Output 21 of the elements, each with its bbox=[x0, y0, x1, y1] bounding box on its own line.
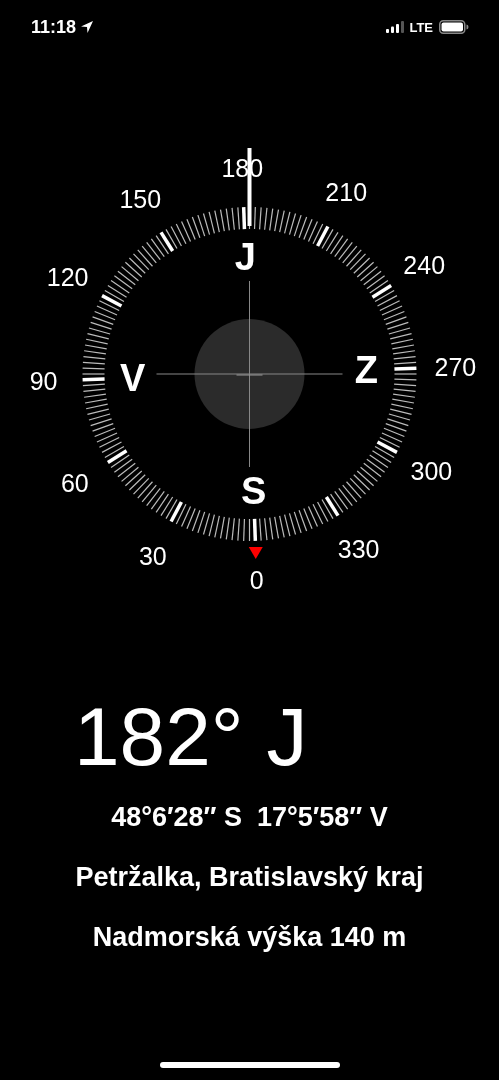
network-label: LTE bbox=[409, 19, 433, 35]
cardinal-letter: J bbox=[234, 236, 256, 279]
cardinal-letter: Z bbox=[354, 348, 379, 391]
degree-label: 60 bbox=[60, 469, 89, 498]
coordinates-text: 48°6′28″ S 17°5′58″ V bbox=[111, 801, 388, 834]
heading-reading: 182° J bbox=[74, 692, 308, 782]
degree-label: 120 bbox=[46, 263, 89, 292]
cardinal-letter: V bbox=[119, 357, 146, 400]
degree-label: 30 bbox=[138, 541, 167, 570]
degree-label: 90 bbox=[29, 367, 58, 396]
degree-label: 150 bbox=[119, 185, 162, 214]
degree-label: 270 bbox=[434, 352, 477, 381]
degree-label: 300 bbox=[410, 456, 453, 485]
status-time: 11:18 bbox=[31, 16, 77, 38]
altitude-text: Nadmorská výška 140 m bbox=[92, 921, 407, 954]
location-text: Petržalka, Bratislavský kraj bbox=[75, 861, 424, 894]
degree-label: 210 bbox=[325, 178, 368, 207]
degree-label: 330 bbox=[337, 534, 380, 563]
degree-label: 240 bbox=[403, 250, 446, 279]
cardinal-letter: S bbox=[240, 469, 267, 512]
degree-label: 0 bbox=[249, 565, 264, 594]
